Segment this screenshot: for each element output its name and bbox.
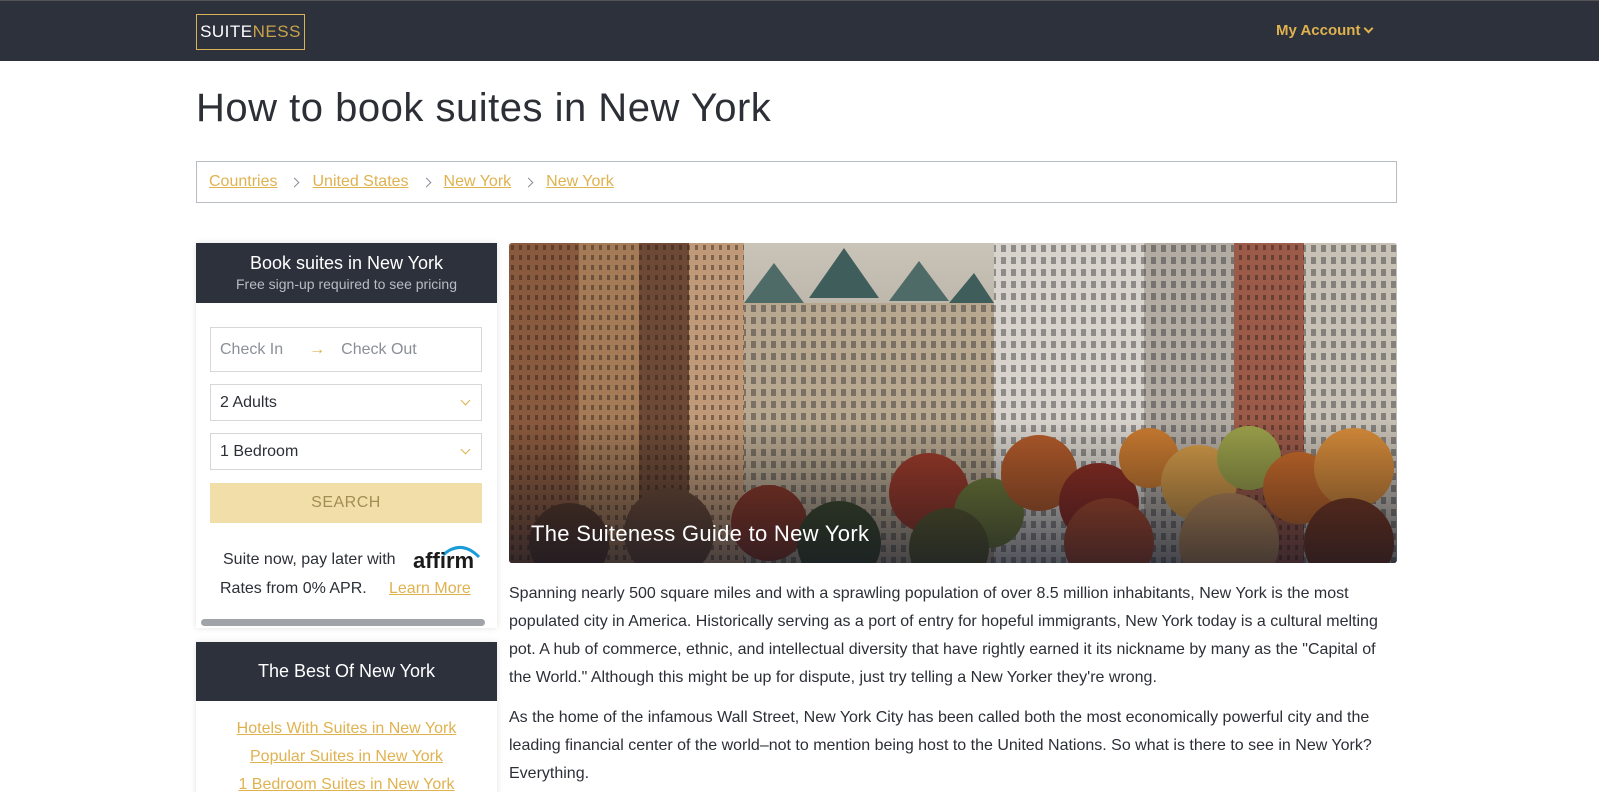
- page-title: How to book suites in New York: [196, 86, 772, 130]
- my-account-label: My Account: [1276, 22, 1361, 39]
- new-york-skyline-illustration: [509, 243, 1397, 563]
- check-out-input[interactable]: Check Out: [341, 341, 417, 359]
- article-paragraph-2: As the home of the infamous Wall Street,…: [509, 709, 1372, 782]
- learn-more-link[interactable]: Learn More: [389, 580, 471, 598]
- hero-image: The Suiteness Guide to New York: [509, 243, 1397, 563]
- chevron-right-icon: [290, 177, 300, 187]
- adults-select[interactable]: 2 Adults: [210, 384, 482, 421]
- booking-subheading: Free sign-up required to see pricing: [235, 276, 457, 292]
- logo-text-suite: SUITE: [200, 22, 253, 41]
- affirm-promo-text: Suite now, pay later with: [223, 551, 396, 568]
- best-of-link-popular[interactable]: Popular Suites in New York: [196, 743, 497, 771]
- hero-caption: The Suiteness Guide to New York: [531, 521, 870, 546]
- bedroom-select[interactable]: 1 Bedroom: [210, 433, 482, 470]
- chevron-down-icon: [1364, 23, 1374, 34]
- article-paragraph-1: Spanning nearly 500 square miles and wit…: [509, 585, 1378, 686]
- booking-panel: Book suites in New York Free sign-up req…: [196, 243, 497, 628]
- best-of-link-1-bedroom[interactable]: 1 Bedroom Suites in New York: [196, 771, 497, 792]
- breadcrumb-link-new-york-state[interactable]: New York: [444, 173, 512, 191]
- search-button[interactable]: SEARCH: [210, 483, 482, 523]
- chevron-right-icon: [523, 177, 534, 187]
- best-of-panel: The Best Of New York Hotels With Suites …: [196, 642, 497, 792]
- suiteness-logo[interactable]: SUITE NESS: [196, 14, 305, 50]
- booking-heading: Book suites in New York: [249, 253, 444, 273]
- arrow-right-icon: →: [309, 340, 326, 358]
- my-account-menu[interactable]: My Account: [1276, 22, 1374, 39]
- bedroom-select-value: 1 Bedroom: [220, 442, 299, 460]
- check-in-input[interactable]: Check In: [220, 341, 283, 359]
- affirm-logo: affirm: [413, 546, 481, 571]
- best-of-links: Hotels With Suites in New York Popular S…: [196, 701, 497, 792]
- best-of-heading: The Best Of New York: [196, 642, 497, 701]
- top-navbar: SUITE NESS My Account: [0, 0, 1599, 61]
- affirm-rates-text: Rates from 0% APR.: [220, 580, 367, 597]
- chevron-down-icon: [460, 395, 471, 406]
- logo-text-ness: NESS: [252, 22, 301, 41]
- breadcrumb: Countries United States New York New Yor…: [196, 161, 1397, 203]
- chevron-right-icon: [421, 177, 431, 187]
- horizontal-scrollbar[interactable]: [201, 619, 485, 626]
- date-range-field[interactable]: Check In → Check Out: [210, 327, 482, 372]
- adults-select-value: 2 Adults: [220, 393, 277, 411]
- booking-panel-header: Book suites in New York Free sign-up req…: [196, 243, 497, 303]
- best-of-link-hotels[interactable]: Hotels With Suites in New York: [196, 715, 497, 743]
- breadcrumb-link-united-states[interactable]: United States: [312, 173, 408, 191]
- chevron-down-icon: [460, 444, 471, 455]
- breadcrumb-link-new-york-city[interactable]: New York: [546, 173, 614, 191]
- breadcrumb-link-countries[interactable]: Countries: [209, 173, 277, 191]
- svg-text:affirm: affirm: [413, 548, 474, 571]
